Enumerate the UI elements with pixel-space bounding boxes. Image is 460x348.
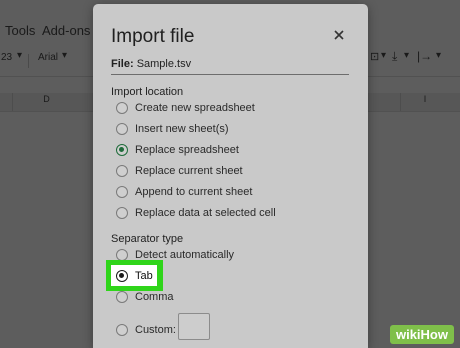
file-divider	[111, 74, 349, 75]
menu-item-tools[interactable]: Tools	[5, 23, 35, 38]
option-label: Replace data at selected cell	[135, 207, 276, 219]
radio-button[interactable]	[116, 102, 128, 114]
close-icon	[334, 30, 344, 40]
option-tab[interactable]: Tab	[116, 268, 153, 284]
toolbar-divider	[28, 54, 29, 68]
column-header-d[interactable]: D	[0, 94, 93, 111]
import-location-label: Import location	[111, 86, 184, 98]
text-wrap-icon[interactable]: |→	[417, 49, 432, 63]
font-select[interactable]: Arial	[38, 52, 58, 63]
font-chevron-icon[interactable]: ▾	[62, 50, 67, 61]
option-label: Comma	[135, 291, 174, 303]
option-label: Replace spreadsheet	[135, 144, 239, 156]
valign-icon[interactable]: ⤓	[392, 49, 397, 64]
option-label: Custom:	[135, 324, 176, 336]
option-label: Tab	[135, 270, 153, 282]
option-replace-data-at-selected-cell[interactable]: Replace data at selected cell	[116, 205, 276, 221]
radio-button[interactable]	[116, 324, 128, 336]
option-label: Append to current sheet	[135, 186, 253, 198]
dialog-title: Import file	[111, 26, 195, 47]
menu-item-addons[interactable]: Add-ons	[42, 23, 90, 38]
watermark-wiki: wiki	[395, 327, 421, 342]
option-custom[interactable]: Custom:	[116, 322, 176, 338]
option-append-to-current-sheet[interactable]: Append to current sheet	[116, 184, 252, 200]
option-label: Insert new sheet(s)	[135, 123, 229, 135]
wikihow-watermark: wikiHow	[389, 325, 454, 344]
radio-button[interactable]	[116, 207, 128, 219]
option-comma[interactable]: Comma	[116, 289, 174, 305]
zoom-select[interactable]: 23	[1, 52, 12, 63]
merge-chevron-icon[interactable]: ▾	[381, 50, 386, 61]
radio-button-checked[interactable]	[116, 270, 128, 282]
file-row: File: Sample.tsv	[111, 58, 191, 70]
valign-chevron-icon[interactable]: ▾	[404, 50, 409, 61]
custom-separator-input[interactable]	[178, 313, 210, 340]
option-replace-spreadsheet[interactable]: Replace spreadsheet	[116, 142, 239, 158]
watermark-how: How	[420, 327, 448, 342]
column-divider	[400, 93, 401, 111]
wrap-chevron-icon[interactable]: ▾	[436, 50, 441, 61]
option-label: Create new spreadsheet	[135, 102, 255, 114]
close-button[interactable]	[332, 28, 346, 42]
zoom-chevron-icon[interactable]: ▾	[17, 50, 22, 61]
radio-button[interactable]	[116, 186, 128, 198]
radio-button[interactable]	[116, 123, 128, 135]
radio-button[interactable]	[116, 291, 128, 303]
column-divider	[12, 93, 13, 111]
radio-button[interactable]	[116, 165, 128, 177]
radio-button-checked[interactable]	[116, 144, 128, 156]
file-label: File:	[111, 58, 134, 70]
option-label: Replace current sheet	[135, 165, 243, 177]
merge-icon[interactable]: ⊡	[370, 50, 379, 63]
option-insert-new-sheets[interactable]: Insert new sheet(s)	[116, 121, 229, 137]
option-create-new-spreadsheet[interactable]: Create new spreadsheet	[116, 100, 255, 116]
import-file-dialog: Import file File: Sample.tsv Import loca…	[93, 4, 368, 348]
separator-type-label: Separator type	[111, 233, 184, 245]
file-name: Sample.tsv	[136, 58, 192, 70]
option-replace-current-sheet[interactable]: Replace current sheet	[116, 163, 243, 179]
